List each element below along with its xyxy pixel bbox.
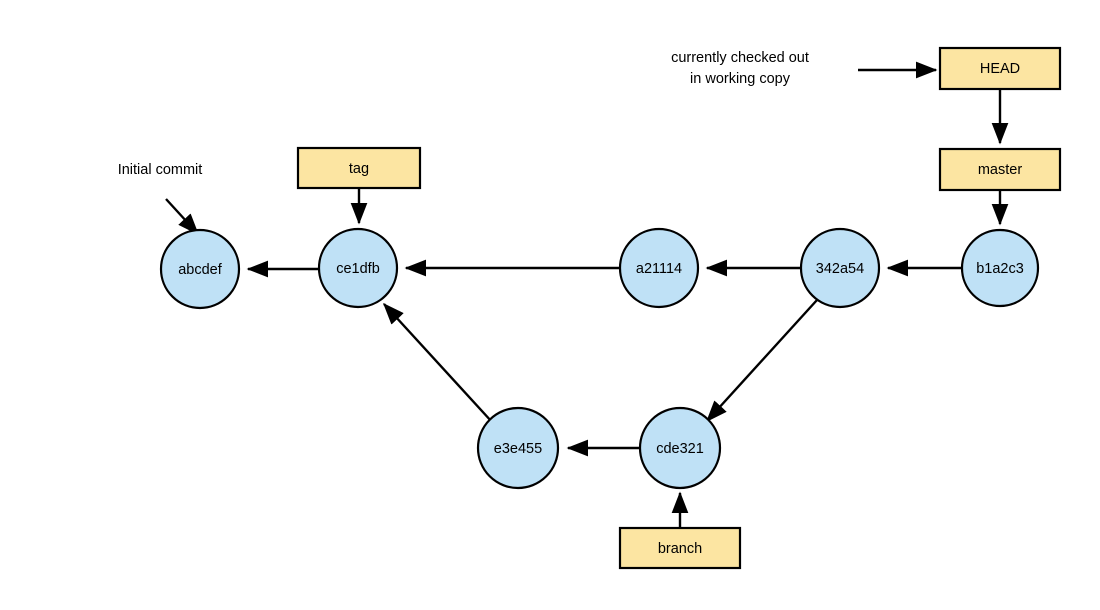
ref-box-tag[interactable]: tag — [296, 146, 422, 190]
edge-note-to-abcdef — [165, 198, 199, 236]
edge-e3e455-to-ce1dfb — [383, 302, 493, 423]
ref-label-tag: tag — [349, 161, 369, 177]
commit-node-ce1dfb[interactable]: ce1dfb — [317, 227, 399, 309]
commit-label-ce1dfb: ce1dfb — [336, 261, 380, 277]
commit-label-342a54: 342a54 — [816, 261, 864, 277]
annotation-checked-out-note: currently checked out in working copy — [671, 50, 809, 87]
annotation-initial-commit-line-1: Initial commit — [118, 162, 203, 178]
commit-node-a21114[interactable]: a21114 — [618, 227, 700, 309]
commit-node-cde321[interactable]: cde321 — [638, 406, 722, 490]
commit-node-e3e455[interactable]: e3e455 — [476, 406, 560, 490]
ref-label-master: master — [978, 162, 1022, 178]
commit-label-abcdef: abcdef — [178, 262, 223, 278]
commit-graph-diagram: abcdef ce1dfb a21114 342a54 b1a2c3 e3e45… — [0, 0, 1100, 610]
ref-box-branch[interactable]: branch — [618, 526, 742, 570]
diagram-canvas: abcdef ce1dfb a21114 342a54 b1a2c3 e3e45… — [118, 46, 1062, 570]
annotation-initial-commit-note: Initial commit — [118, 162, 203, 178]
commit-node-abcdef[interactable]: abcdef — [159, 228, 241, 310]
commit-node-b1a2c3[interactable]: b1a2c3 — [960, 228, 1040, 308]
ref-box-master[interactable]: master — [938, 147, 1062, 192]
edge-layer — [165, 61, 1009, 528]
ref-box-head[interactable]: HEAD — [938, 46, 1062, 91]
ref-label-branch: branch — [658, 541, 702, 557]
ref-label-head: HEAD — [980, 61, 1020, 77]
commit-label-cde321: cde321 — [656, 441, 704, 457]
commit-label-b1a2c3: b1a2c3 — [976, 261, 1024, 277]
annotation-checked-out-line-2: in working copy — [690, 71, 791, 87]
commit-label-a21114: a21114 — [636, 261, 682, 277]
annotation-checked-out-line-1: currently checked out — [671, 50, 809, 66]
commit-label-e3e455: e3e455 — [494, 441, 542, 457]
commit-node-342a54[interactable]: 342a54 — [799, 227, 881, 309]
edge-342a54-to-cde321 — [706, 299, 818, 423]
